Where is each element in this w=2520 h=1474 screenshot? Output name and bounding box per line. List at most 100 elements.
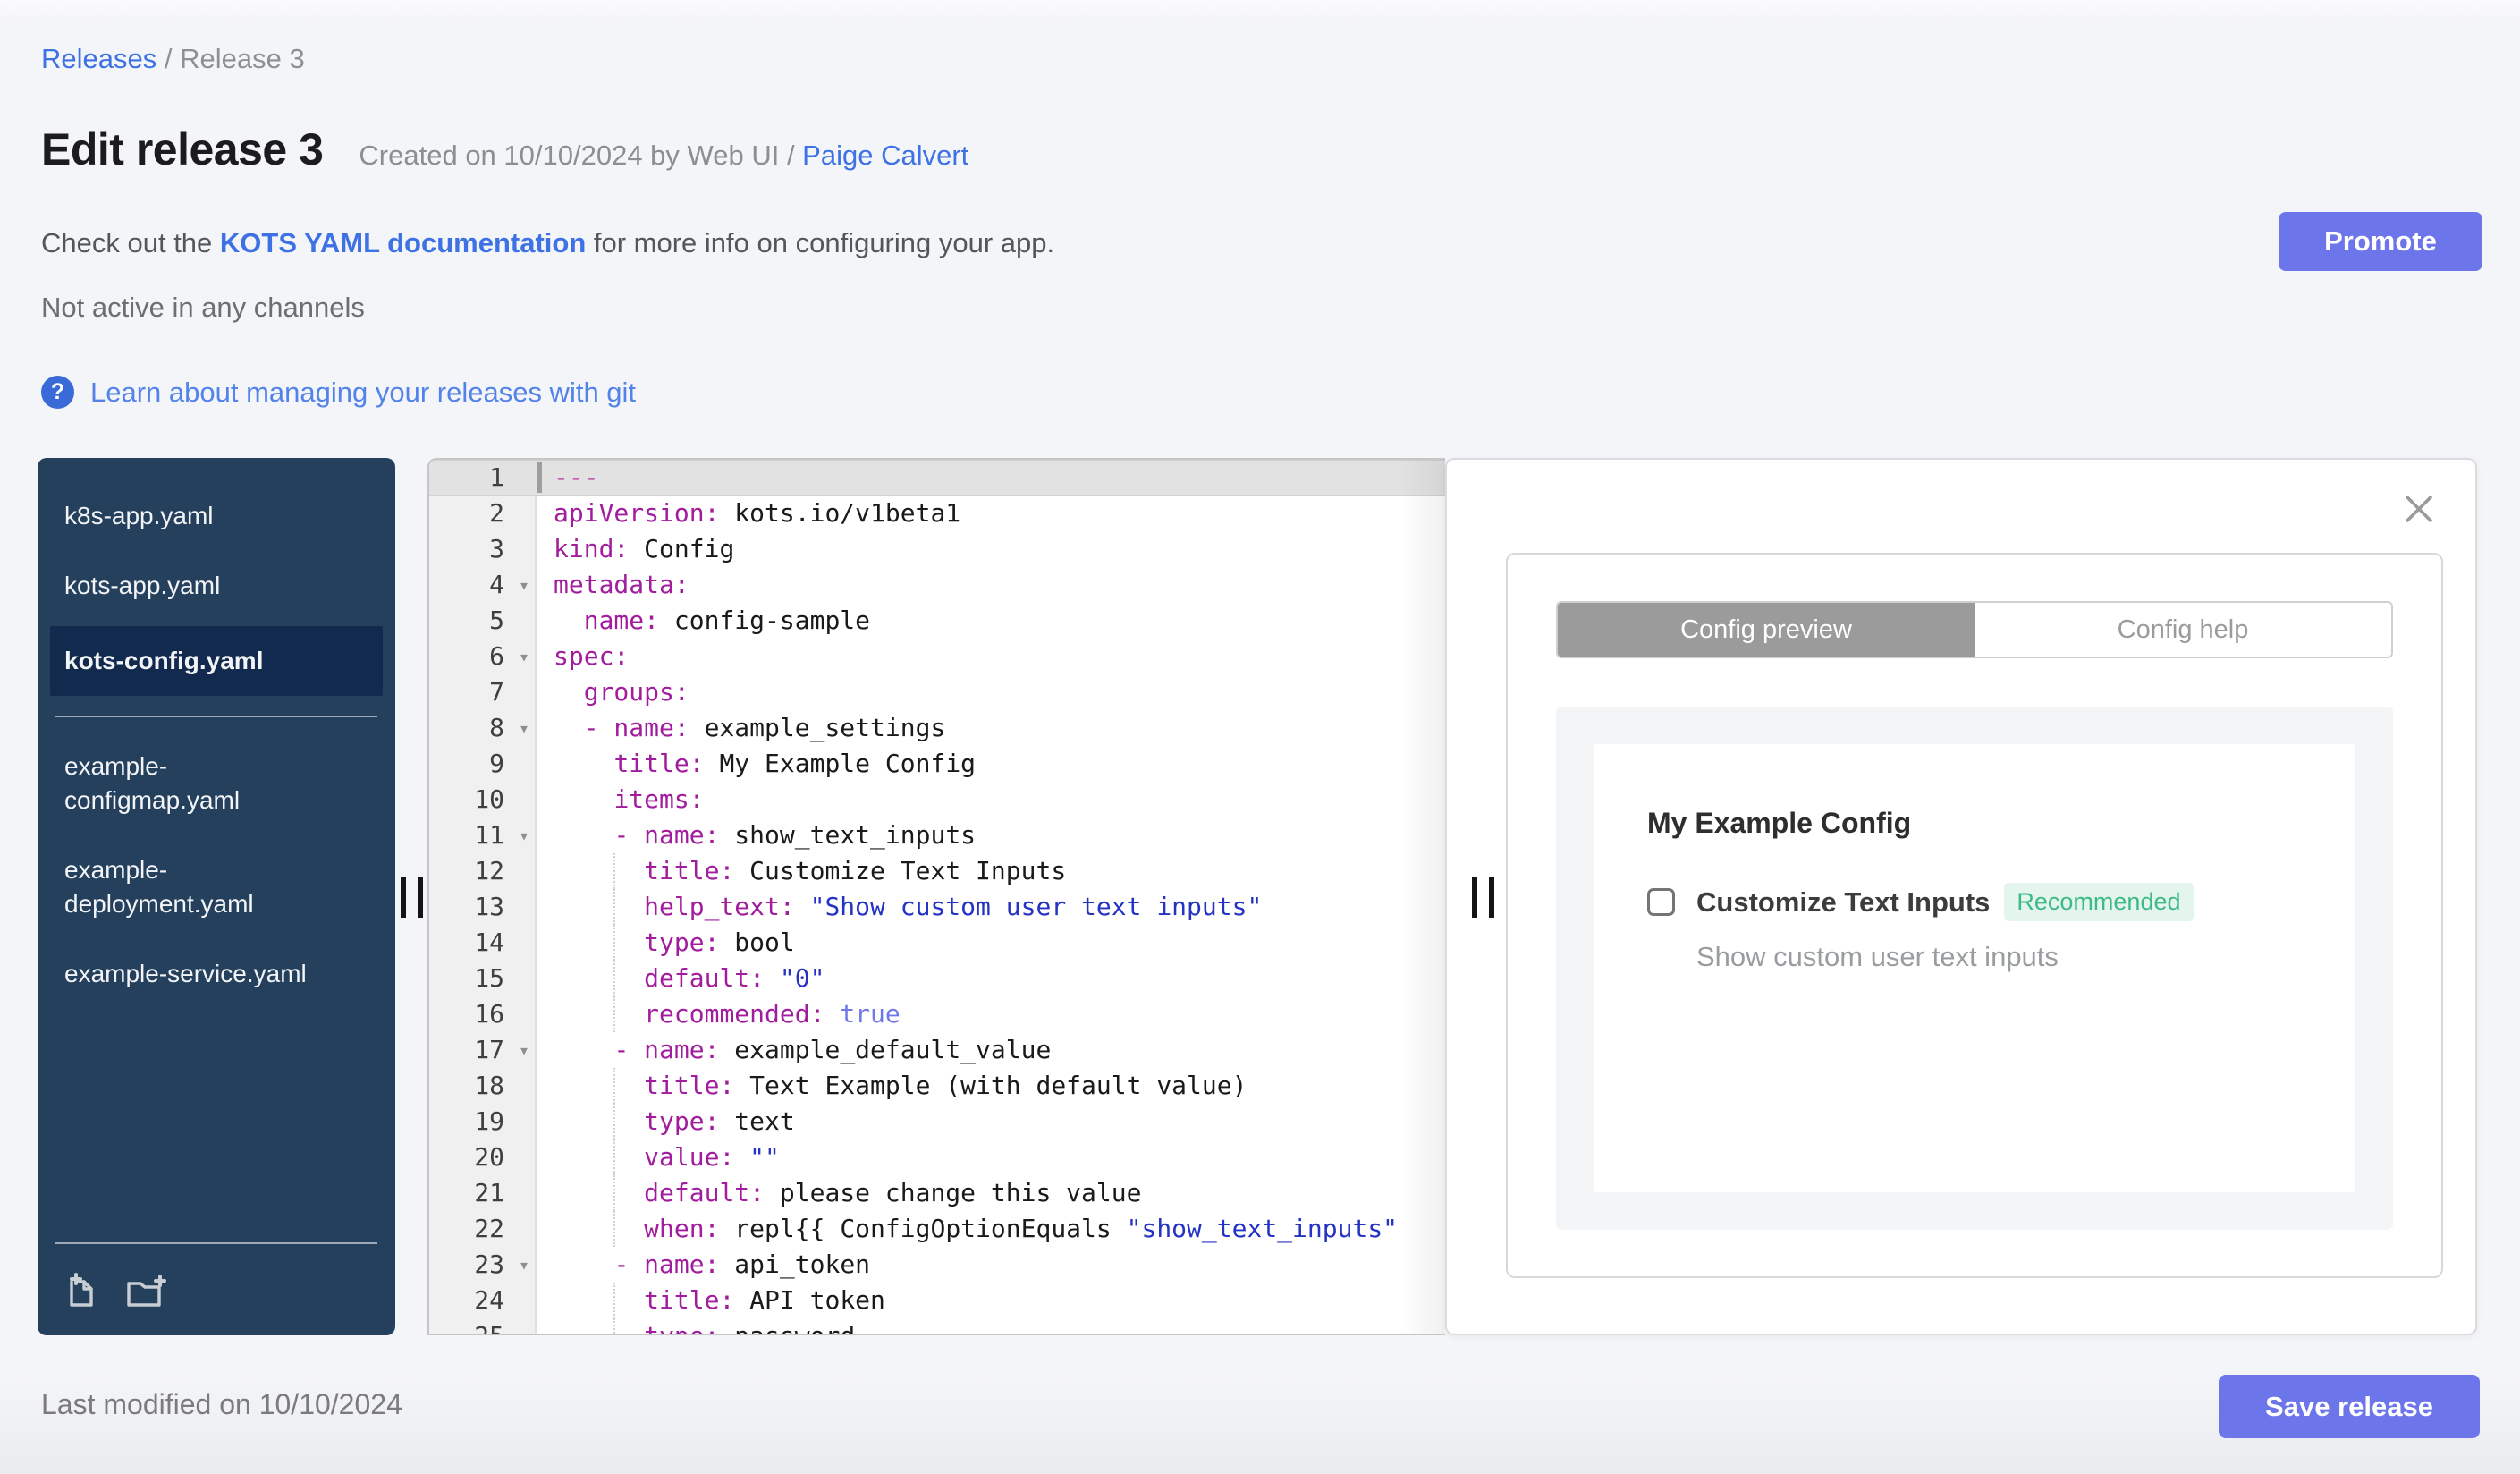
line-number: 24 <box>474 1285 504 1315</box>
code-text[interactable]: title: My Example Config <box>537 746 1445 782</box>
preview-tabs: Config preview Config help <box>1556 601 2393 658</box>
git-releases-link[interactable]: Learn about managing your releases with … <box>90 377 636 409</box>
line-number: 15 <box>474 963 504 993</box>
file-item-example-configmap.yaml[interactable]: example-configmap.yaml <box>38 732 395 835</box>
code-line: 11 ▾ - name: show_text_inputs <box>429 817 1445 853</box>
close-icon[interactable] <box>2402 492 2436 526</box>
config-preview-area: My Example Config Customize Text Inputs … <box>1556 707 2393 1230</box>
indent-guide <box>613 1283 616 1318</box>
file-item-k8s-app.yaml[interactable]: k8s-app.yaml <box>38 481 395 551</box>
code-line: 10 items: <box>429 782 1445 817</box>
code-text[interactable]: apiVersion: kots.io/v1beta1 <box>537 496 1445 531</box>
fold-arrow-icon[interactable]: ▾ <box>519 1247 529 1283</box>
indent-guide <box>613 996 616 1032</box>
tab-config-preview[interactable]: Config preview <box>1558 603 1975 657</box>
indent-guide <box>613 889 616 925</box>
new-folder-icon[interactable] <box>125 1273 166 1310</box>
tree-divider <box>55 716 377 717</box>
code-line: 21 default: please change this value <box>429 1175 1445 1211</box>
code-text[interactable]: title: Text Example (with default value) <box>537 1068 1445 1104</box>
indent-guide <box>613 961 616 996</box>
code-text[interactable]: items: <box>537 782 1445 817</box>
code-text[interactable]: - name: api_token <box>537 1247 1445 1283</box>
breadcrumb-releases-link[interactable]: Releases <box>41 43 156 74</box>
line-number: 23 ▾ <box>429 1247 537 1283</box>
fold-arrow-icon[interactable]: ▾ <box>519 639 529 674</box>
code-line: 4 ▾ metadata: <box>429 567 1445 603</box>
fold-arrow-icon[interactable]: ▾ <box>519 1032 529 1068</box>
code-text[interactable]: - name: example_default_value <box>537 1032 1445 1068</box>
code-text[interactable]: default: "0" <box>537 961 1445 996</box>
code-text[interactable]: when: repl{{ ConfigOptionEquals "show_te… <box>537 1211 1445 1247</box>
file-item-kots-app.yaml[interactable]: kots-app.yaml <box>38 551 395 621</box>
panel-inner: Config preview Config help My Example Co… <box>1506 553 2443 1278</box>
line-number: 2 <box>489 498 504 528</box>
code-line: 20 value: "" <box>429 1139 1445 1175</box>
line-number: 5 <box>489 606 504 635</box>
code-text[interactable]: default: please change this value <box>537 1175 1445 1211</box>
code-text[interactable]: type: text <box>537 1104 1445 1139</box>
code-text[interactable]: groups: <box>537 674 1445 710</box>
workspace: k8s-app.yaml kots-app.yaml kots-config.yam… <box>38 458 2477 1335</box>
grip-bar <box>400 876 406 918</box>
code-text[interactable]: title: Customize Text Inputs <box>537 853 1445 889</box>
code-text[interactable]: title: API token <box>537 1283 1445 1318</box>
tree-bottom-divider <box>55 1242 377 1244</box>
code-line: 16 recommended: true <box>429 996 1445 1032</box>
code-text[interactable]: type: bool <box>537 925 1445 961</box>
file-tree-sidebar: k8s-app.yaml kots-app.yaml kots-config.yam… <box>38 458 395 1335</box>
config-item-help-text: Show custom user text inputs <box>1696 941 2059 972</box>
code-text[interactable]: help_text: "Show custom user text inputs… <box>537 889 1445 925</box>
code-text[interactable]: value: "" <box>537 1139 1445 1175</box>
indent-guide <box>613 1068 616 1104</box>
line-number: 17 ▾ <box>429 1032 537 1068</box>
code-text[interactable]: recommended: true <box>537 996 1445 1032</box>
code-line: 9 title: My Example Config <box>429 746 1445 782</box>
indent-guide <box>613 925 616 961</box>
indent-guide <box>613 1139 616 1175</box>
docs-line: Check out the KOTS YAML documentation fo… <box>41 227 1054 259</box>
created-meta: Created on 10/10/2024 by Web UI / Paige … <box>359 140 968 172</box>
code-text[interactable]: - name: example_settings <box>537 710 1445 746</box>
customize-text-inputs-checkbox[interactable] <box>1647 888 1675 916</box>
code-text[interactable]: - name: show_text_inputs <box>537 817 1445 853</box>
yaml-code-editor[interactable]: 1 --- 2 apiVersion: kots.io/v1beta1 3 kind: C… <box>427 458 1445 1335</box>
file-item-kots-config.yaml[interactable]: kots-config.yaml <box>50 626 383 696</box>
fold-arrow-icon[interactable]: ▾ <box>519 710 529 746</box>
file-item-example-deployment.yaml[interactable]: example-deployment.yaml <box>38 835 395 939</box>
file-item-example-service.yaml[interactable]: example-service.yaml <box>38 939 395 1009</box>
code-line: 5 name: config-sample <box>429 603 1445 639</box>
question-mark-icon[interactable]: ? <box>41 376 74 409</box>
last-modified-text: Last modified on 10/10/2024 <box>41 1388 402 1420</box>
code-line: 24 title: API token <box>429 1283 1445 1318</box>
code-line: 7 groups: <box>429 674 1445 710</box>
line-number: 16 <box>474 999 504 1029</box>
code-text[interactable]: type: password <box>537 1318 1445 1334</box>
kots-yaml-docs-link[interactable]: KOTS YAML documentation <box>220 227 586 258</box>
grip-bar <box>417 876 423 918</box>
sidebar-resize-handle[interactable] <box>395 458 427 1335</box>
code-text[interactable]: kind: Config <box>537 531 1445 567</box>
code-text[interactable]: name: config-sample <box>537 603 1445 639</box>
config-preview-panel: Config preview Config help My Example Co… <box>1445 458 2477 1335</box>
fold-arrow-icon[interactable]: ▾ <box>519 817 529 853</box>
code-line: 13 help_text: "Show custom user text inp… <box>429 889 1445 925</box>
page-title: Edit release 3 <box>41 124 324 174</box>
code-text[interactable]: spec: <box>537 639 1445 674</box>
indent-guide <box>613 1175 616 1211</box>
code-text[interactable]: metadata: <box>537 567 1445 603</box>
tab-config-help[interactable]: Config help <box>1975 603 2391 657</box>
line-number: 8 ▾ <box>429 710 537 746</box>
code-line: 8 ▾ - name: example_settings <box>429 710 1445 746</box>
code-text[interactable]: --- <box>537 460 1445 496</box>
config-card: My Example Config Customize Text Inputs … <box>1594 744 2355 1192</box>
panel-resize-handle[interactable] <box>1472 876 1494 918</box>
save-release-button[interactable]: Save release <box>2219 1375 2480 1438</box>
indent-guide <box>613 1211 616 1247</box>
new-file-icon[interactable] <box>63 1273 100 1310</box>
promote-button[interactable]: Promote <box>2279 212 2482 271</box>
fold-arrow-icon[interactable]: ▾ <box>519 567 529 603</box>
author-link[interactable]: Paige Calvert <box>802 140 968 171</box>
line-number: 6 ▾ <box>429 639 537 674</box>
